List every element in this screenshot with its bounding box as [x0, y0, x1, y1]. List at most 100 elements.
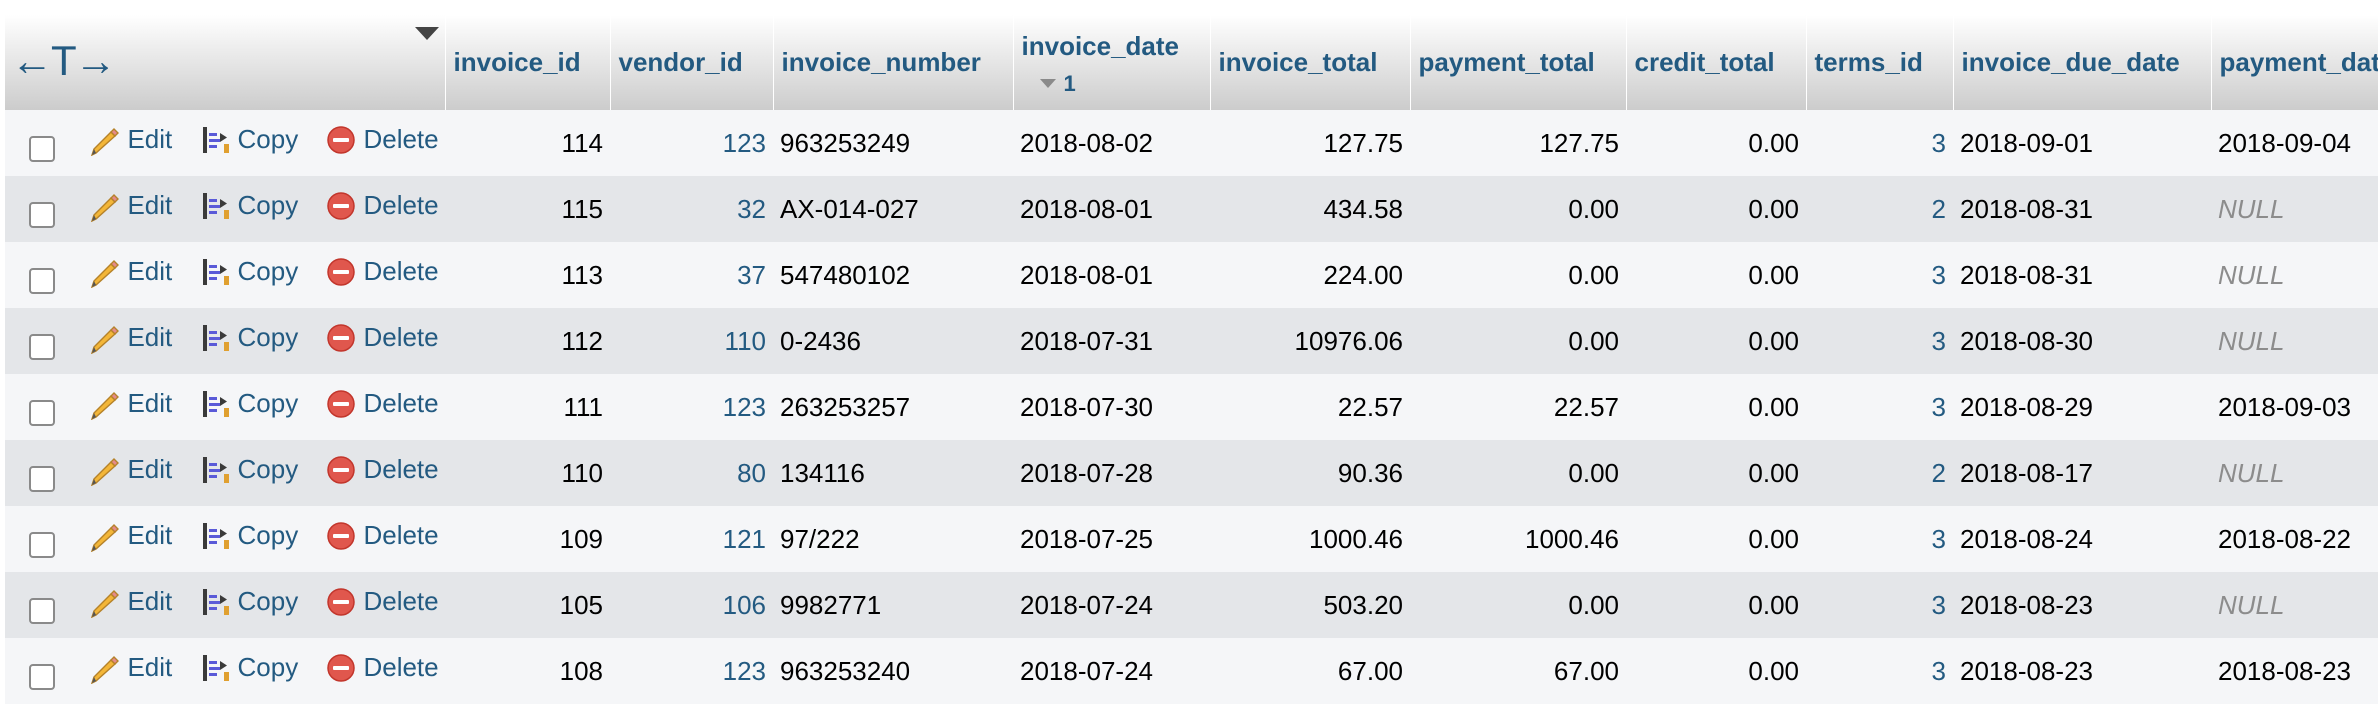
copy-button[interactable]: Copy — [200, 190, 298, 222]
col-header-invoice_id[interactable]: invoice_id — [445, 15, 611, 110]
copy-button[interactable]: Copy — [200, 124, 298, 156]
copy-button[interactable]: Copy — [200, 586, 298, 618]
delete-button[interactable]: Delete — [325, 256, 439, 288]
cell-credit_total[interactable]: 0.00 — [1626, 506, 1806, 572]
cell-invoice_id[interactable]: 113 — [445, 242, 610, 308]
cell-terms_id-link[interactable]: 3 — [1806, 242, 1953, 308]
cell-payment_total[interactable]: 67.00 — [1410, 638, 1626, 704]
copy-button[interactable]: Copy — [200, 322, 298, 354]
delete-button[interactable]: Delete — [325, 652, 439, 684]
cell-payment_date[interactable]: 2018-09-04 — [2211, 110, 2378, 176]
delete-button[interactable]: Delete — [325, 454, 439, 486]
cell-credit_total[interactable]: 0.00 — [1626, 638, 1806, 704]
cell-credit_total[interactable]: 0.00 — [1626, 374, 1806, 440]
sort-desc-icon[interactable] — [414, 27, 439, 40]
row-checkbox[interactable] — [29, 531, 55, 558]
cell-invoice_number[interactable]: 134116 — [773, 440, 1013, 506]
cell-credit_total[interactable]: 0.00 — [1626, 110, 1806, 176]
delete-button[interactable]: Delete — [325, 586, 439, 618]
col-header-invoice_number[interactable]: invoice_number — [773, 15, 1014, 110]
copy-button[interactable]: Copy — [200, 652, 298, 684]
cell-credit_total[interactable]: 0.00 — [1626, 308, 1806, 374]
cell-payment_date[interactable]: 2018-08-23 — [2211, 638, 2378, 704]
row-checkbox[interactable] — [29, 333, 55, 360]
cell-credit_total[interactable]: 0.00 — [1626, 242, 1806, 308]
cell-invoice_number[interactable]: 263253257 — [773, 374, 1013, 440]
cell-credit_total[interactable]: 0.00 — [1626, 176, 1806, 242]
cell-vendor_id-link[interactable]: 37 — [610, 242, 773, 308]
row-checkbox[interactable] — [29, 597, 55, 624]
cell-payment_total[interactable]: 22.57 — [1410, 374, 1626, 440]
copy-button[interactable]: Copy — [200, 256, 298, 288]
cell-credit_total[interactable]: 0.00 — [1626, 572, 1806, 638]
cell-invoice_number[interactable]: 963253240 — [773, 638, 1013, 704]
cell-invoice_total[interactable]: 434.58 — [1210, 176, 1410, 242]
cell-invoice_id[interactable]: 114 — [445, 110, 610, 176]
cell-invoice_number[interactable]: 97/222 — [773, 506, 1013, 572]
cell-invoice_date[interactable]: 2018-07-24 — [1013, 638, 1210, 704]
cell-invoice_id[interactable]: 110 — [445, 440, 610, 506]
edit-button[interactable]: Edit — [89, 586, 172, 618]
copy-button[interactable]: Copy — [200, 388, 298, 420]
cell-invoice_due_date[interactable]: 2018-08-31 — [1953, 242, 2211, 308]
cell-vendor_id-link[interactable]: 110 — [610, 308, 773, 374]
cell-invoice_due_date[interactable]: 2018-08-17 — [1953, 440, 2211, 506]
cell-vendor_id-link[interactable]: 123 — [610, 374, 773, 440]
cell-invoice_number[interactable]: 547480102 — [773, 242, 1013, 308]
col-header-invoice_due_date[interactable]: invoice_due_date — [1953, 15, 2212, 110]
cell-invoice_total[interactable]: 10976.06 — [1210, 308, 1410, 374]
cell-terms_id-link[interactable]: 3 — [1806, 572, 1953, 638]
cell-invoice_date[interactable]: 2018-07-25 — [1013, 506, 1210, 572]
cell-invoice_total[interactable]: 22.57 — [1210, 374, 1410, 440]
copy-button[interactable]: Copy — [200, 520, 298, 552]
cell-invoice_total[interactable]: 224.00 — [1210, 242, 1410, 308]
cell-payment_total[interactable]: 0.00 — [1410, 176, 1626, 242]
cell-terms_id-link[interactable]: 3 — [1806, 110, 1953, 176]
col-header-payment_date[interactable]: payment_dat — [2211, 15, 2378, 110]
edit-button[interactable]: Edit — [89, 454, 172, 486]
delete-button[interactable]: Delete — [325, 520, 439, 552]
cell-terms_id-link[interactable]: 2 — [1806, 440, 1953, 506]
col-header-invoice_total[interactable]: invoice_total — [1210, 15, 1411, 110]
cell-invoice_due_date[interactable]: 2018-08-23 — [1953, 572, 2211, 638]
cell-terms_id-link[interactable]: 3 — [1806, 374, 1953, 440]
cell-invoice_due_date[interactable]: 2018-09-01 — [1953, 110, 2211, 176]
cell-vendor_id-link[interactable]: 80 — [610, 440, 773, 506]
cell-vendor_id-link[interactable]: 32 — [610, 176, 773, 242]
edit-button[interactable]: Edit — [89, 322, 172, 354]
cell-invoice_total[interactable]: 1000.46 — [1210, 506, 1410, 572]
col-header-invoice_date[interactable]: invoice_date 1 — [1013, 15, 1211, 110]
cell-payment_date[interactable]: NULL — [2211, 176, 2378, 242]
row-checkbox[interactable] — [29, 399, 55, 426]
edit-button[interactable]: Edit — [89, 124, 172, 156]
edit-button[interactable]: Edit — [89, 256, 172, 288]
delete-button[interactable]: Delete — [325, 322, 439, 354]
cell-invoice_number[interactable]: 0-2436 — [773, 308, 1013, 374]
cell-payment_total[interactable]: 0.00 — [1410, 242, 1626, 308]
cell-payment_total[interactable]: 0.00 — [1410, 440, 1626, 506]
cell-payment_date[interactable]: NULL — [2211, 308, 2378, 374]
edit-button[interactable]: Edit — [89, 190, 172, 222]
cell-payment_date[interactable]: 2018-09-03 — [2211, 374, 2378, 440]
cell-invoice_number[interactable]: 9982771 — [773, 572, 1013, 638]
cell-invoice_due_date[interactable]: 2018-08-23 — [1953, 638, 2211, 704]
cell-invoice_number[interactable]: AX-014-027 — [773, 176, 1013, 242]
delete-button[interactable]: Delete — [325, 124, 439, 156]
cell-invoice_due_date[interactable]: 2018-08-29 — [1953, 374, 2211, 440]
cell-terms_id-link[interactable]: 3 — [1806, 638, 1953, 704]
cell-invoice_date[interactable]: 2018-08-01 — [1013, 176, 1210, 242]
cell-payment_total[interactable]: 1000.46 — [1410, 506, 1626, 572]
cell-invoice_date[interactable]: 2018-07-31 — [1013, 308, 1210, 374]
cell-invoice_id[interactable]: 115 — [445, 176, 610, 242]
cell-payment_date[interactable]: NULL — [2211, 440, 2378, 506]
cell-invoice_date[interactable]: 2018-07-30 — [1013, 374, 1210, 440]
cell-credit_total[interactable]: 0.00 — [1626, 440, 1806, 506]
row-checkbox[interactable] — [29, 267, 55, 294]
cell-invoice_id[interactable]: 108 — [445, 638, 610, 704]
cell-payment_total[interactable]: 0.00 — [1410, 308, 1626, 374]
cell-invoice_total[interactable]: 127.75 — [1210, 110, 1410, 176]
delete-button[interactable]: Delete — [325, 190, 439, 222]
cell-invoice_total[interactable]: 67.00 — [1210, 638, 1410, 704]
cell-terms_id-link[interactable]: 2 — [1806, 176, 1953, 242]
cell-invoice_total[interactable]: 90.36 — [1210, 440, 1410, 506]
